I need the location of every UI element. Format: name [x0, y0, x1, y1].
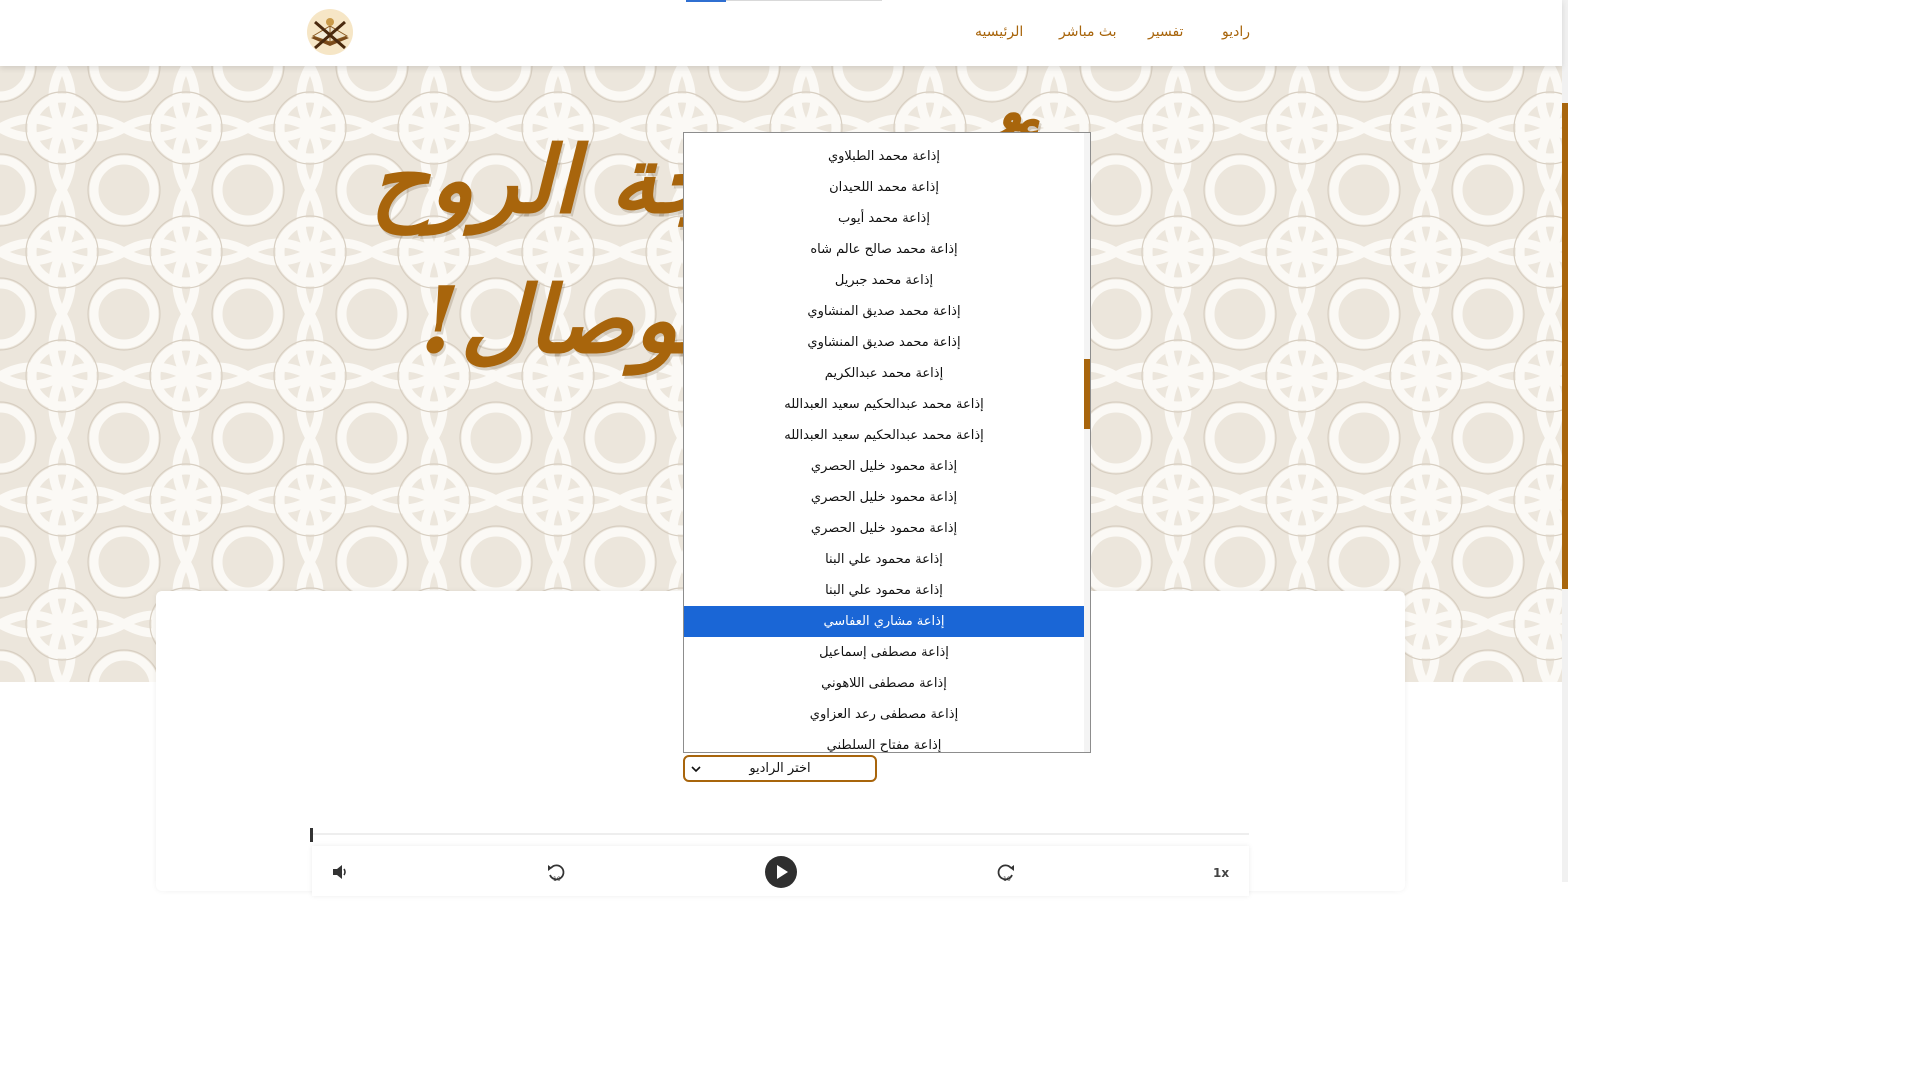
dropdown-option[interactable]: إذاعة محمود علي البنا [684, 575, 1084, 606]
dropdown-option[interactable]: إذاعة محمد عبدالحكيم سعيد العبدالله [684, 420, 1084, 451]
top-loading-track [726, 0, 882, 1]
dropdown-option[interactable]: إذاعة محمد عبدالكريم [684, 358, 1084, 389]
radio-dropdown-list[interactable]: إذاعة محمد الطبلاوي إذاعة محمد اللحيدان إذ… [683, 132, 1091, 753]
svg-text:10: 10 [553, 876, 561, 882]
dropdown-option[interactable]: إذاعة محمد أيوب [684, 203, 1084, 234]
navbar: راديو تفسير بث مباشر الرئيسيه [0, 0, 1562, 66]
nav-radio[interactable]: راديو [1222, 24, 1250, 40]
quran-logo-icon[interactable] [303, 8, 357, 56]
dropdown-option[interactable]: إذاعة محمود خليل الحصري [684, 482, 1084, 513]
dropdown-option[interactable]: إذاعة محمد صالح عالم شاه [684, 234, 1084, 265]
dropdown-option[interactable]: إذاعة مشاري العفاسي [684, 606, 1084, 637]
dropdown-option[interactable]: إذاعة محمد صديق المنشاوي [684, 296, 1084, 327]
audio-progress-marker[interactable] [310, 828, 313, 842]
volume-icon[interactable] [332, 864, 350, 880]
radio-select[interactable]: اختر الراديو [683, 755, 877, 782]
nav-live[interactable]: بث مباشر [1059, 24, 1117, 40]
dropdown-option[interactable]: إذاعة محمود خليل الحصري [684, 451, 1084, 482]
dropdown-option[interactable]: إذاعة مصطفى رعد العزاوي [684, 699, 1084, 730]
audio-progress-track[interactable] [312, 833, 1249, 835]
dropdown-option[interactable]: إذاعة محمد الطبلاوي [684, 141, 1084, 172]
dropdown-option[interactable]: إذاعة محمود علي البنا [684, 544, 1084, 575]
dropdown-option[interactable]: إذاعة محمود خليل الحصري [684, 513, 1084, 544]
dropdown-option[interactable]: إذاعة مصطفى إسماعيل [684, 637, 1084, 668]
dropdown-scrollbar-thumb[interactable] [1084, 359, 1090, 429]
play-icon[interactable] [764, 855, 798, 889]
nav-tafsir[interactable]: تفسير [1148, 24, 1183, 40]
dropdown-option[interactable]: إذاعة محمد جبريل [684, 265, 1084, 296]
dropdown-option[interactable]: إذاعة مصطفى اللاهوني [684, 668, 1084, 699]
nav-home[interactable]: الرئيسيه [975, 24, 1023, 40]
chevron-down-icon [691, 766, 701, 773]
playback-speed-button[interactable]: 1x [1213, 866, 1229, 880]
dropdown-option[interactable]: إذاعة محمد صديق المنشاوي [684, 327, 1084, 358]
dropdown-scrollbar[interactable] [1084, 133, 1090, 752]
svg-text:10: 10 [1003, 876, 1011, 882]
dropdown-option[interactable]: إذاعة مفتاح السلطني [684, 730, 1084, 752]
page-scrollbar-thumb[interactable] [1562, 103, 1568, 589]
dropdown-option[interactable]: إذاعة محمد اللحيدان [684, 172, 1084, 203]
radio-select-label: اختر الراديو [749, 761, 811, 776]
top-loading-indicator [686, 0, 726, 2]
forward-10-icon[interactable]: 10 [996, 862, 1016, 882]
dropdown-option[interactable]: إذاعة محمد عبدالحكيم سعيد العبدالله [684, 389, 1084, 420]
rewind-10-icon[interactable]: 10 [546, 862, 566, 882]
